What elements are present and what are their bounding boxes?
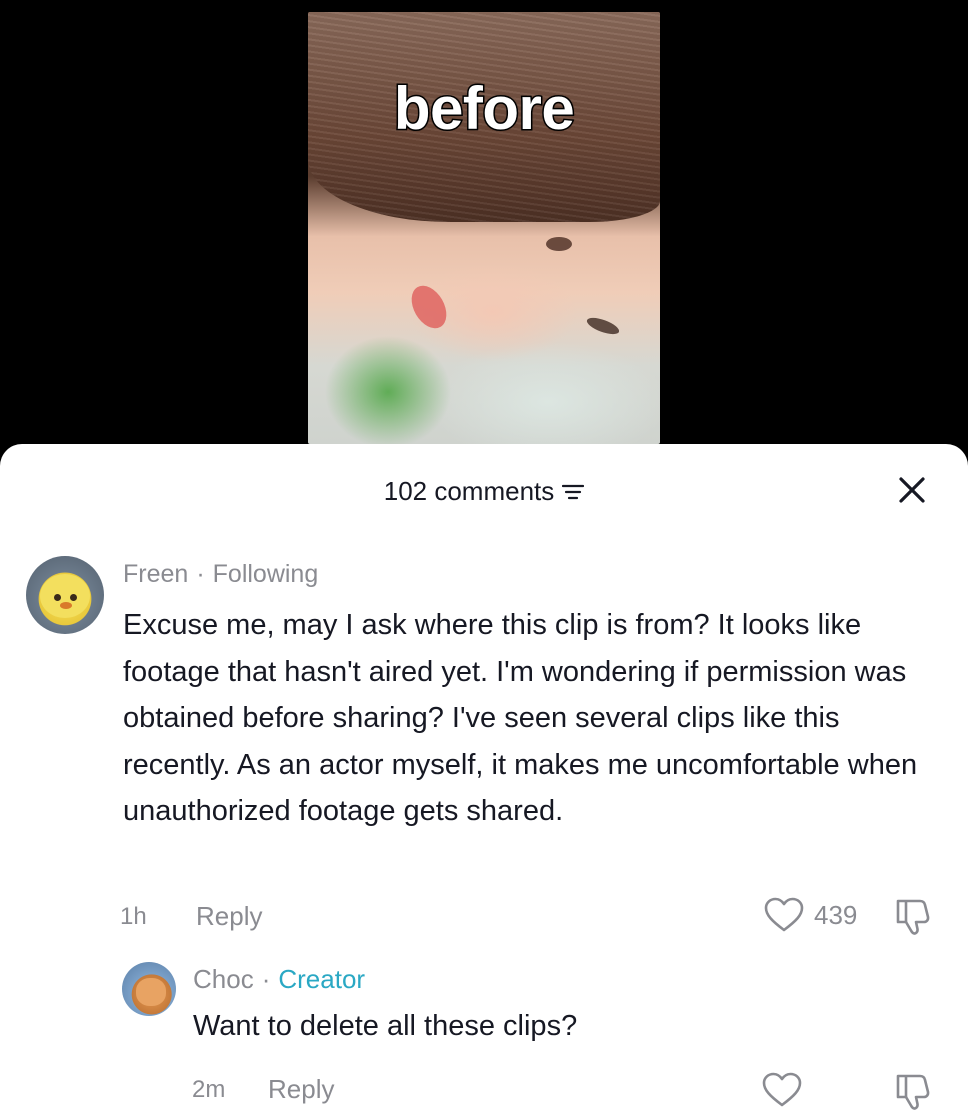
comment-meta: Freen · Following: [123, 560, 318, 589]
video-player[interactable]: before: [308, 12, 660, 444]
video-caption-overlay: before: [392, 74, 576, 144]
reply-text: Want to delete all these clips?: [193, 1010, 578, 1042]
comments-sheet: 102 comments Freen · Following Excuse me, …: [0, 444, 968, 1116]
comment-author[interactable]: Freen: [123, 560, 188, 588]
avatar[interactable]: [122, 962, 176, 1016]
close-icon[interactable]: [896, 474, 928, 506]
like-count: 439: [814, 899, 858, 930]
filter-icon[interactable]: [562, 483, 585, 501]
video-frame-lips: [404, 279, 454, 335]
reply-author[interactable]: Choc: [193, 964, 254, 994]
following-label: Following: [212, 560, 319, 588]
dislike-icon[interactable]: [894, 1072, 936, 1112]
reply-actions: 2m Reply: [0, 1072, 968, 1110]
avatar[interactable]: [26, 556, 104, 634]
reply-meta: Choc · Creator: [193, 964, 365, 995]
comment-text: Excuse me, may I ask where this clip is …: [123, 609, 918, 827]
chick-eye: [70, 594, 77, 601]
reply-time: 2m: [192, 1076, 226, 1103]
like-button[interactable]: 439: [764, 897, 857, 933]
comment-count: 102 comments: [383, 476, 555, 506]
video-frame-eye: [546, 237, 572, 251]
cat-face: [136, 978, 166, 1006]
dislike-icon[interactable]: [894, 897, 936, 937]
comment-time: 1h: [120, 903, 147, 930]
reply-button[interactable]: Reply: [196, 901, 262, 932]
comment-count-sort[interactable]: 102 comments: [384, 476, 585, 507]
comments-header: 102 comments: [0, 476, 968, 512]
video-frame-eye: [584, 314, 622, 338]
separator-dot: ·: [261, 964, 271, 994]
heart-icon: [764, 897, 804, 932]
chick-face: [40, 574, 90, 618]
reply-button[interactable]: Reply: [268, 1074, 334, 1105]
separator-dot: ·: [196, 560, 205, 588]
chick-eye: [54, 594, 61, 601]
creator-badge: Creator: [278, 964, 366, 994]
chick-beak: [60, 602, 72, 609]
heart-icon[interactable]: [762, 1072, 802, 1108]
comment-actions: 1h Reply 439: [0, 897, 968, 937]
